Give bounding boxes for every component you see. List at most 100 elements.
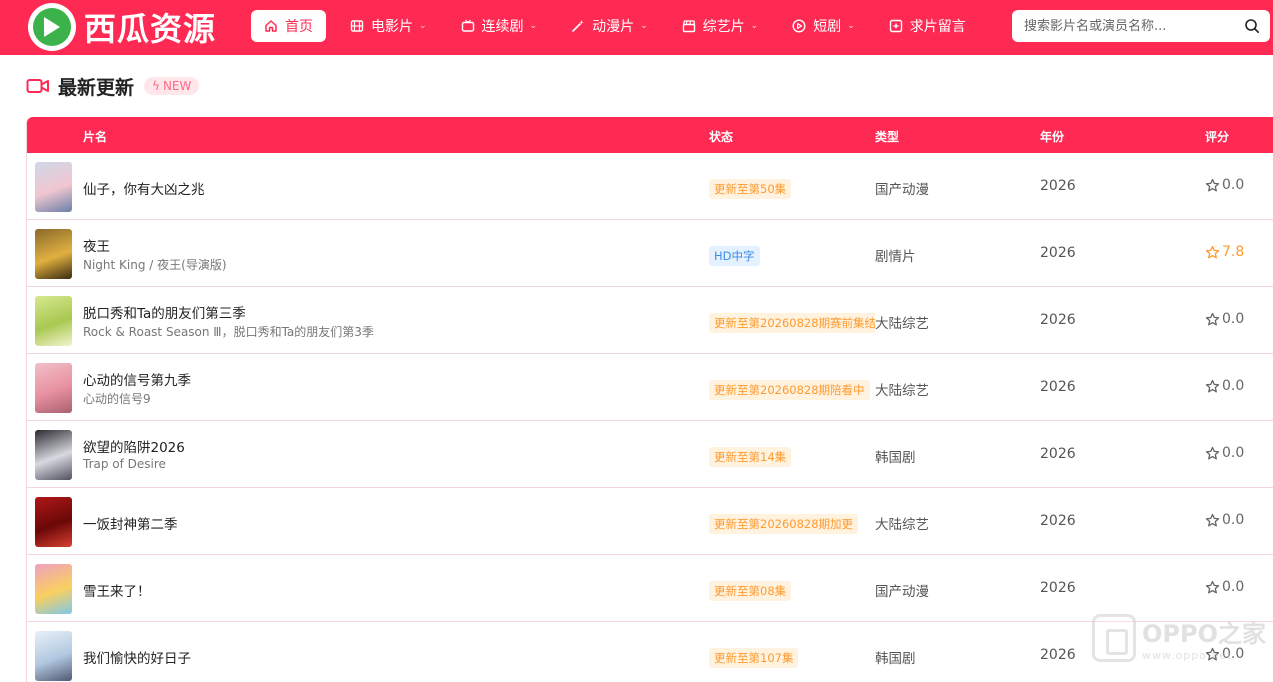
genre-cell: 大陆综艺 <box>875 383 929 399</box>
table-row[interactable]: 心动的信号第九季心动的信号9 更新至第20260828期陪看中 大陆综艺 2026 0.… <box>27 354 1273 421</box>
column-header-year: 年份 <box>1040 130 1065 144</box>
score-cell: 0.0 <box>1205 311 1244 327</box>
nav-item-short-drama[interactable]: 短剧 ⌄ <box>782 10 865 42</box>
star-icon <box>1205 580 1220 593</box>
site-name: 西瓜资源 <box>84 10 217 48</box>
nav-item-label: 连续剧 <box>481 19 524 35</box>
genre-cell: 韩国剧 <box>875 450 916 466</box>
poster-thumbnail[interactable] <box>35 564 72 614</box>
poster-thumbnail[interactable] <box>35 430 72 480</box>
nav-item-home[interactable]: 首页 <box>251 10 326 42</box>
column-header-status: 状态 <box>709 130 734 144</box>
nav-item-label: 求片留言 <box>909 19 966 35</box>
status-badge: 更新至第20260828期陪看中 <box>709 380 870 400</box>
site-logo[interactable]: 西瓜资源 <box>28 3 216 51</box>
alt-title: Trap of Desire <box>83 457 166 471</box>
magic-wand-icon <box>571 19 585 33</box>
status-cell: 更新至第20260828期赛前集结 <box>709 312 875 334</box>
table-row[interactable]: 仙子，你有大凶之兆 更新至第50集 国产动漫 2026 0.0 <box>27 153 1273 220</box>
nav-item-label: 短剧 <box>813 19 842 35</box>
poster-thumbnail[interactable] <box>35 296 72 346</box>
score-value: 0.0 <box>1222 512 1245 528</box>
score-value: 0.0 <box>1222 579 1245 595</box>
video-camera-icon <box>26 77 50 95</box>
nav-item-request[interactable]: 求片留言 <box>879 10 976 42</box>
table-row[interactable]: 一饭封神第二季 更新至第20260828期加更 大陆综艺 2026 0.0 <box>27 488 1273 555</box>
new-badge: ϟ NEW <box>144 77 200 95</box>
chevron-down-icon: ⌄ <box>640 21 648 31</box>
section-header: 最新更新 ϟ NEW <box>26 72 200 100</box>
poster-thumbnail[interactable] <box>35 497 72 547</box>
nav-item-anime[interactable]: 动漫片 ⌄ <box>561 10 658 42</box>
nav-item-label: 综艺片 <box>702 19 745 35</box>
column-header-name: 片名 <box>83 130 108 144</box>
table-row[interactable]: 我们愉快的好日子 更新至第107集 韩国剧 2026 0.0 <box>27 622 1273 682</box>
genre-cell: 剧情片 <box>875 249 916 265</box>
search-box <box>1012 10 1270 42</box>
search-input[interactable] <box>1024 11 1234 41</box>
genre-cell: 韩国剧 <box>875 651 916 667</box>
star-icon <box>1205 245 1220 258</box>
title-link[interactable]: 我们愉快的好日子 <box>83 647 191 667</box>
column-header-genre: 类型 <box>875 130 900 144</box>
score-value: 0.0 <box>1222 177 1245 193</box>
title-link[interactable]: 脱口秀和Ta的朋友们第三季 <box>83 302 246 322</box>
poster-thumbnail[interactable] <box>35 631 72 681</box>
year-cell: 2026 <box>1040 379 1076 395</box>
title-link[interactable]: 雪王来了！ <box>83 580 151 600</box>
watermark-title: OPPO之家 <box>1142 620 1266 648</box>
title-link[interactable]: 一饭封神第二季 <box>83 513 178 533</box>
chevron-down-icon: ⌄ <box>419 21 427 31</box>
genre-cell: 大陆综艺 <box>875 316 929 332</box>
main-nav: 首页 电影片 ⌄ 连续剧 ⌄ 动漫片 ⌄ 综艺片 ⌄ 短剧 ⌄ 求片留言 <box>251 10 990 42</box>
status-badge: 更新至第08集 <box>709 581 792 601</box>
alt-title: 心动的信号9 <box>83 392 151 406</box>
latest-updates-table: 片名 状态 类型 年份 评分 仙子，你有大凶之兆 更新至第50集 国产动漫 2026 0… <box>26 117 1273 682</box>
title-link[interactable]: 仙子，你有大凶之兆 <box>83 178 205 198</box>
star-icon <box>1205 379 1220 392</box>
clapperboard-icon <box>682 19 696 33</box>
column-header-score: 评分 <box>1205 130 1230 144</box>
film-icon <box>350 19 364 33</box>
status-cell: 更新至第20260828期加更 <box>709 513 875 535</box>
nav-item-movies[interactable]: 电影片 ⌄ <box>340 10 437 42</box>
title-link[interactable]: 欲望的陷阱2026 <box>83 436 185 456</box>
nav-item-label: 首页 <box>285 19 313 35</box>
score-cell: 0.0 <box>1205 177 1244 193</box>
status-cell: 更新至第50集 <box>709 178 875 200</box>
genre-cell: 国产动漫 <box>875 182 929 198</box>
home-icon <box>264 19 278 33</box>
table-row[interactable]: 欲望的陷阱2026 Trap of Desire 更新至第14集 韩国剧 2026 0.0 <box>27 421 1273 488</box>
year-cell: 2026 <box>1040 647 1076 663</box>
score-cell: 0.0 <box>1205 579 1244 595</box>
table-row[interactable]: 夜王 Night King / 夜王(导演版) HD中字 剧情片 2026 7.8 <box>27 220 1273 287</box>
table-row[interactable]: 脱口秀和Ta的朋友们第三季 Rock & Roast Season Ⅲ，脱口秀和T… <box>27 287 1273 354</box>
year-cell: 2026 <box>1040 178 1076 194</box>
score-value: 7.8 <box>1222 244 1245 260</box>
table-body: 仙子，你有大凶之兆 更新至第50集 国产动漫 2026 0.0 夜王 Night King … <box>27 153 1273 682</box>
score-cell: 0.0 <box>1205 378 1244 394</box>
nav-item-series[interactable]: 连续剧 ⌄ <box>451 10 548 42</box>
watermelon-logo-icon <box>28 3 76 51</box>
status-badge: 更新至第50集 <box>709 179 792 199</box>
title-link[interactable]: 夜王 <box>83 235 110 255</box>
title-link[interactable]: 心动的信号第九季 <box>83 369 191 389</box>
tv-icon <box>461 19 475 33</box>
status-cell: HD中字 <box>709 245 875 267</box>
star-icon <box>1205 513 1220 526</box>
star-icon <box>1205 312 1220 325</box>
year-cell: 2026 <box>1040 580 1076 596</box>
table-row[interactable]: 雪王来了！ 更新至第08集 国产动漫 2026 0.0 <box>27 555 1273 622</box>
new-badge-label: NEW <box>162 79 192 93</box>
star-icon <box>1205 178 1220 191</box>
status-cell: 更新至第08集 <box>709 580 875 602</box>
year-cell: 2026 <box>1040 245 1076 261</box>
poster-thumbnail[interactable] <box>35 162 72 212</box>
poster-thumbnail[interactable] <box>35 363 72 413</box>
poster-thumbnail[interactable] <box>35 229 72 279</box>
genre-cell: 大陆综艺 <box>875 517 929 533</box>
nav-item-variety[interactable]: 综艺片 ⌄ <box>672 10 769 42</box>
lightning-icon: ϟ <box>152 79 160 93</box>
search-icon[interactable] <box>1244 18 1260 34</box>
chevron-down-icon: ⌄ <box>750 21 759 31</box>
